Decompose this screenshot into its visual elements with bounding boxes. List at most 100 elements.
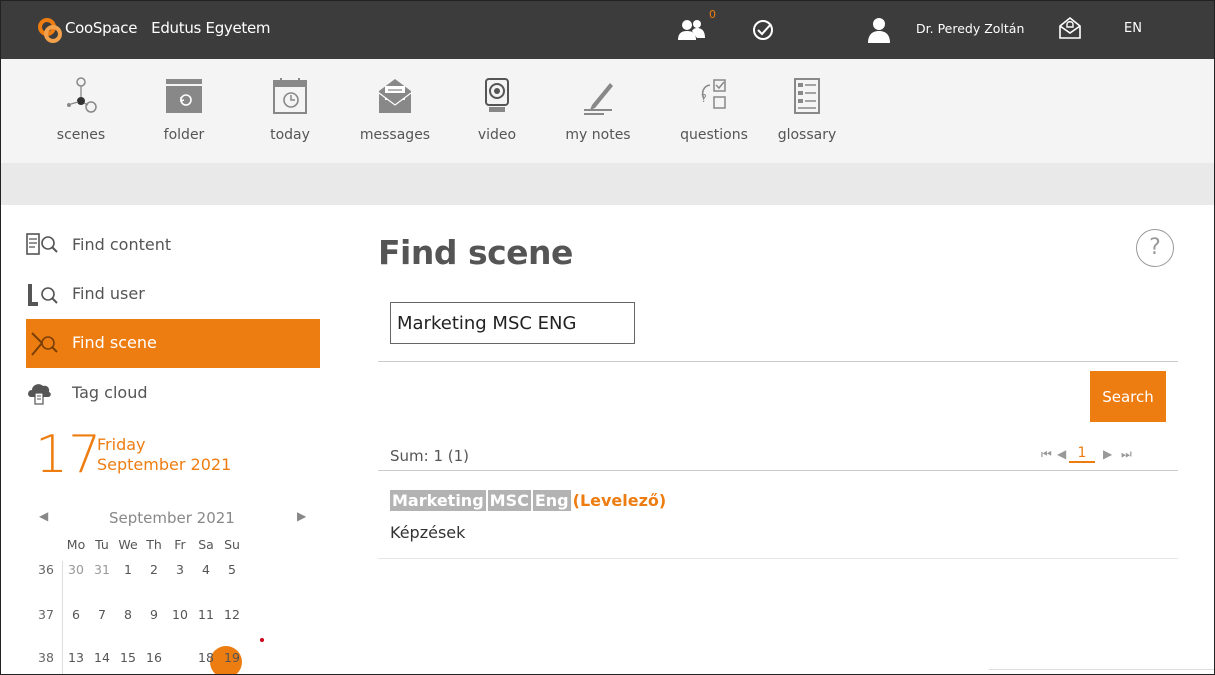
calendar-day[interactable]: 18 — [193, 650, 219, 665]
notification-badge: 0 — [709, 8, 716, 21]
scenes-icon — [67, 77, 97, 113]
find-scene-icon — [31, 332, 58, 356]
calendar-week-number: 37 — [38, 607, 54, 622]
find-user-icon — [28, 284, 58, 306]
toolbar-my-notes[interactable]: my notes — [558, 77, 638, 143]
glossary-icon — [794, 78, 820, 114]
calendar-day[interactable]: 19 — [219, 650, 245, 665]
svg-text:?: ? — [701, 92, 707, 105]
toolbar-label: messages — [359, 127, 431, 143]
result-suffix: (Levelező) — [572, 491, 667, 510]
help-icon[interactable]: ? — [1136, 229, 1174, 267]
tag-cloud-icon — [28, 384, 51, 405]
folder-icon — [166, 79, 202, 113]
envelope-icon — [378, 79, 412, 113]
calendar-prev-icon[interactable]: ◀ — [39, 509, 48, 523]
calendar-day[interactable]: 3 — [167, 562, 193, 577]
toolbar-glossary[interactable]: glossary — [767, 77, 847, 143]
pen-icon — [584, 83, 613, 115]
calendar-day[interactable]: 17 — [167, 650, 193, 665]
calendar-icon — [273, 78, 307, 114]
user-icon[interactable] — [867, 17, 891, 43]
next-page-icon[interactable]: ▶ — [1103, 447, 1112, 461]
toolbar-divider-strip — [1, 163, 1214, 205]
webcam-icon — [485, 78, 509, 112]
toolbar-folder[interactable]: folder — [144, 77, 224, 143]
user-name[interactable]: Dr. Peredy Zoltán — [916, 21, 1024, 36]
calendar-weekday: Su — [224, 537, 240, 552]
sidebar-item-label: Tag cloud — [72, 383, 148, 402]
users-icon[interactable] — [678, 19, 706, 41]
calendar-day[interactable]: 8 — [115, 607, 141, 622]
divider — [378, 361, 1178, 362]
last-page-icon[interactable]: ⏭ — [1121, 447, 1132, 462]
calendar-day[interactable]: 6 — [63, 607, 89, 622]
calendar-weekday: Mo — [66, 537, 86, 552]
sidebar-item-tag-cloud[interactable]: Tag cloud — [26, 369, 320, 418]
calendar-day[interactable]: 12 — [219, 607, 245, 622]
calendar-day[interactable]: 14 — [89, 650, 115, 665]
calendar-weekday: Sa — [198, 537, 214, 552]
toolbar-today[interactable]: today — [250, 77, 330, 143]
result-count: Sum: 1 (1) — [390, 447, 470, 465]
prev-page-icon[interactable]: ◀ — [1057, 447, 1066, 461]
toolbar-video[interactable]: video — [457, 77, 537, 143]
search-button[interactable]: Search — [1090, 371, 1166, 422]
result-tag: Marketing — [390, 490, 486, 511]
calendar-day[interactable]: 7 — [89, 607, 115, 622]
find-content-icon — [26, 233, 58, 255]
calendar-day[interactable]: 1 — [115, 562, 141, 577]
toolbar-scenes[interactable]: scenes — [41, 77, 121, 143]
sidebar-item-label: Find user — [72, 284, 145, 303]
result-title-link[interactable]: Marketing MSC Eng (Levelező) — [390, 490, 666, 511]
search-input[interactable] — [390, 302, 635, 344]
coospace-logo-icon[interactable] — [37, 17, 63, 43]
date-month-year: September 2021 — [97, 455, 232, 474]
date-day-number: 17 — [35, 425, 102, 485]
calendar-day[interactable]: 31 — [89, 562, 115, 577]
first-page-icon[interactable]: ⏮ — [1041, 447, 1052, 462]
calendar-weekday: We — [118, 537, 138, 552]
divider — [989, 669, 1214, 670]
calendar-day[interactable]: 5 — [219, 562, 245, 577]
page-title: Find scene — [378, 233, 573, 272]
calendar-week-number: 36 — [38, 562, 54, 577]
sidebar-item-label: Find content — [72, 235, 172, 254]
toolbar-label: scenes — [56, 127, 106, 143]
toolbar-label: video — [477, 127, 517, 143]
language-switch[interactable]: EN — [1124, 21, 1142, 36]
check-circle-icon[interactable] — [752, 18, 776, 42]
calendar-day[interactable]: 15 — [115, 650, 141, 665]
divider — [378, 470, 1178, 471]
module-toolbar: scenes folder today messages video my no… — [1, 59, 1214, 163]
sidebar-item-find-scene[interactable]: Find scene — [26, 319, 320, 368]
org-name: Edutus Egyetem — [151, 19, 271, 37]
brand[interactable]: CooSpace Edutus Egyetem — [65, 19, 271, 37]
calendar-day[interactable]: 9 — [141, 607, 167, 622]
app-name: CooSpace — [65, 19, 138, 37]
calendar-day[interactable]: 11 — [193, 607, 219, 622]
calendar-week-number: 38 — [38, 650, 54, 665]
calendar-weekday: Fr — [174, 537, 186, 552]
sidebar-item-find-user[interactable]: Find user — [26, 270, 320, 319]
toolbar-messages[interactable]: messages — [355, 77, 435, 143]
date-weekday: Friday — [97, 435, 146, 454]
app-window: CooSpace Edutus Egyetem 0 Dr. Peredy Zolt… — [0, 0, 1215, 675]
calendar-day[interactable]: 2 — [141, 562, 167, 577]
calendar-day[interactable]: 4 — [193, 562, 219, 577]
toolbar-questions[interactable]: ? questions — [674, 77, 754, 143]
toolbar-label: my notes — [565, 127, 631, 143]
toolbar-label: folder — [163, 127, 205, 143]
mail-bell-icon[interactable] — [1059, 16, 1081, 40]
calendar-day[interactable]: 30 — [63, 562, 89, 577]
calendar-day[interactable]: 10 — [167, 607, 193, 622]
result-tag: Eng — [532, 490, 571, 511]
current-page[interactable]: 1 — [1069, 445, 1095, 463]
calendar-event-dot — [260, 638, 264, 642]
divider — [378, 558, 1178, 559]
calendar-day[interactable]: 16 — [141, 650, 167, 665]
calendar-weekday: Tu — [95, 537, 109, 552]
calendar-next-icon[interactable]: ▶ — [297, 509, 306, 523]
sidebar-item-find-content[interactable]: Find content — [26, 221, 320, 270]
calendar-day[interactable]: 13 — [63, 650, 89, 665]
